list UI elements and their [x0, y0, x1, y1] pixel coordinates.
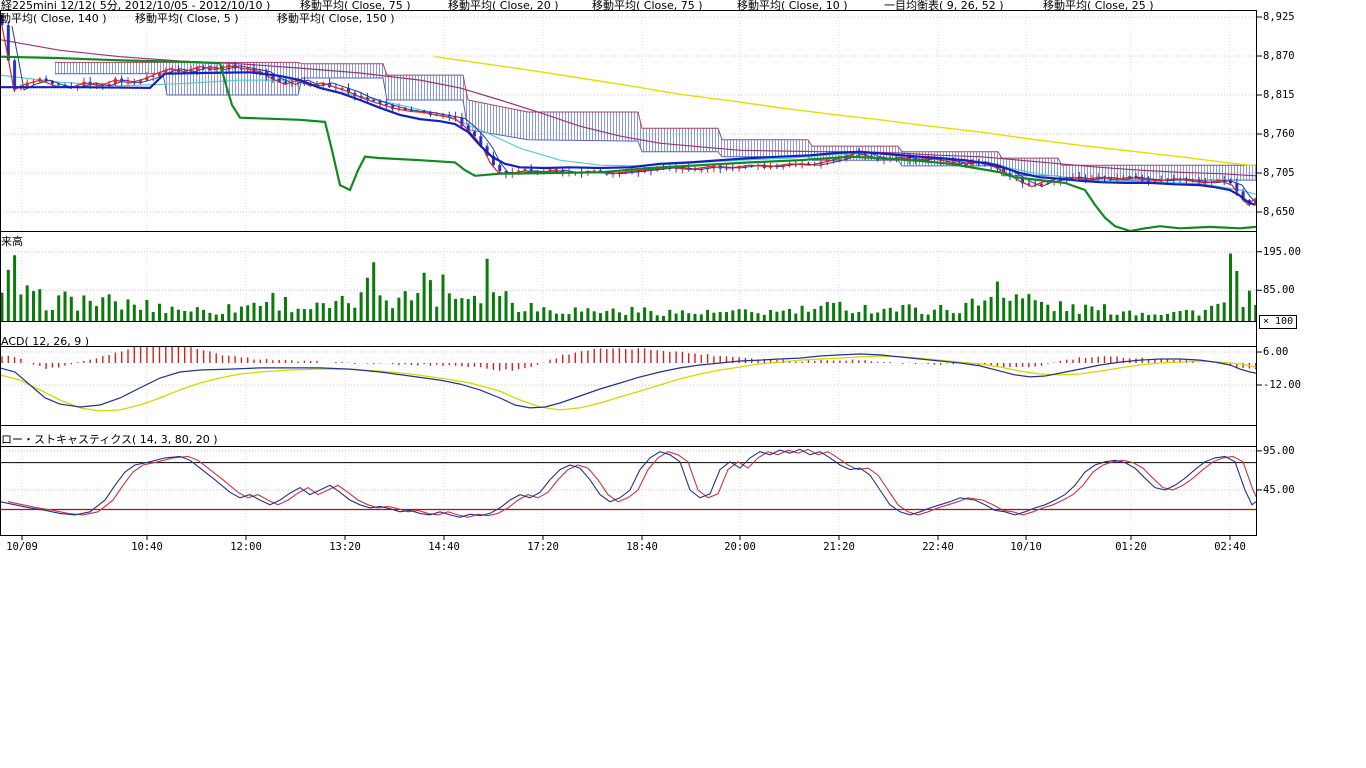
time-axis-label: 22:40 — [922, 542, 954, 553]
volume-multiplier-badge: × 100 — [1259, 315, 1297, 329]
price-axis-label: 8,760 — [1263, 129, 1295, 140]
time-axis-label: 13:20 — [329, 542, 361, 553]
macd-panel-label: ACD( 12, 26, 9 ) — [1, 336, 89, 347]
stoch-panel-label: ロー・ストキャスティクス( 14, 3, 80, 20 ) — [1, 434, 218, 445]
price-axis-label: 8,650 — [1263, 207, 1295, 218]
time-axis-label: 10/09 — [6, 542, 38, 553]
stoch-axis-label: 95.00 — [1263, 446, 1295, 457]
legend-item: 移動平均( Close, 10 ) — [737, 0, 848, 11]
chart-canvas[interactable] — [0, 0, 1366, 768]
legend-item: 移動平均( Close, 25 ) — [1043, 0, 1154, 11]
legend-item: 移動平均( Close, 150 ) — [277, 13, 395, 24]
legend-item: 移動平均( Close, 75 ) — [592, 0, 703, 11]
macd-axis-label: 6.00 — [1263, 347, 1288, 358]
macd-axis-label: -12.00 — [1263, 380, 1301, 391]
volume-panel-label: 来高 — [1, 236, 23, 247]
volume-axis-label: 195.00 — [1263, 247, 1301, 258]
time-axis-label: 10/10 — [1010, 542, 1042, 553]
price-axis-label: 8,870 — [1263, 51, 1295, 62]
time-axis-label: 10:40 — [131, 542, 163, 553]
legend-item: 移動平均( Close, 75 ) — [300, 0, 411, 11]
volume-axis-label: 85.00 — [1263, 285, 1295, 296]
time-axis-label: 01:20 — [1115, 542, 1147, 553]
time-axis-label: 12:00 — [230, 542, 262, 553]
chart-window: 経225mini 12/12( 5分, 2012/10/05 - 2012/10… — [0, 0, 1366, 768]
time-axis-label: 18:40 — [626, 542, 658, 553]
time-axis-label: 17:20 — [527, 542, 559, 553]
chart-title: 経225mini 12/12( 5分, 2012/10/05 - 2012/10… — [1, 0, 270, 11]
legend-item: 動平均( Close, 140 ) — [0, 13, 107, 24]
price-axis-label: 8,815 — [1263, 90, 1295, 101]
time-axis-label: 14:40 — [428, 542, 460, 553]
stoch-axis-label: 45.00 — [1263, 485, 1295, 496]
time-axis-label: 21:20 — [823, 542, 855, 553]
time-axis-label: 20:00 — [724, 542, 756, 553]
legend-item: 一目均衡表( 9, 26, 52 ) — [884, 0, 1004, 11]
time-axis-label: 02:40 — [1214, 542, 1246, 553]
price-axis-label: 8,925 — [1263, 12, 1295, 23]
legend-item: 移動平均( Close, 5 ) — [135, 13, 239, 24]
legend-item: 移動平均( Close, 20 ) — [448, 0, 559, 11]
price-axis-label: 8,705 — [1263, 168, 1295, 179]
